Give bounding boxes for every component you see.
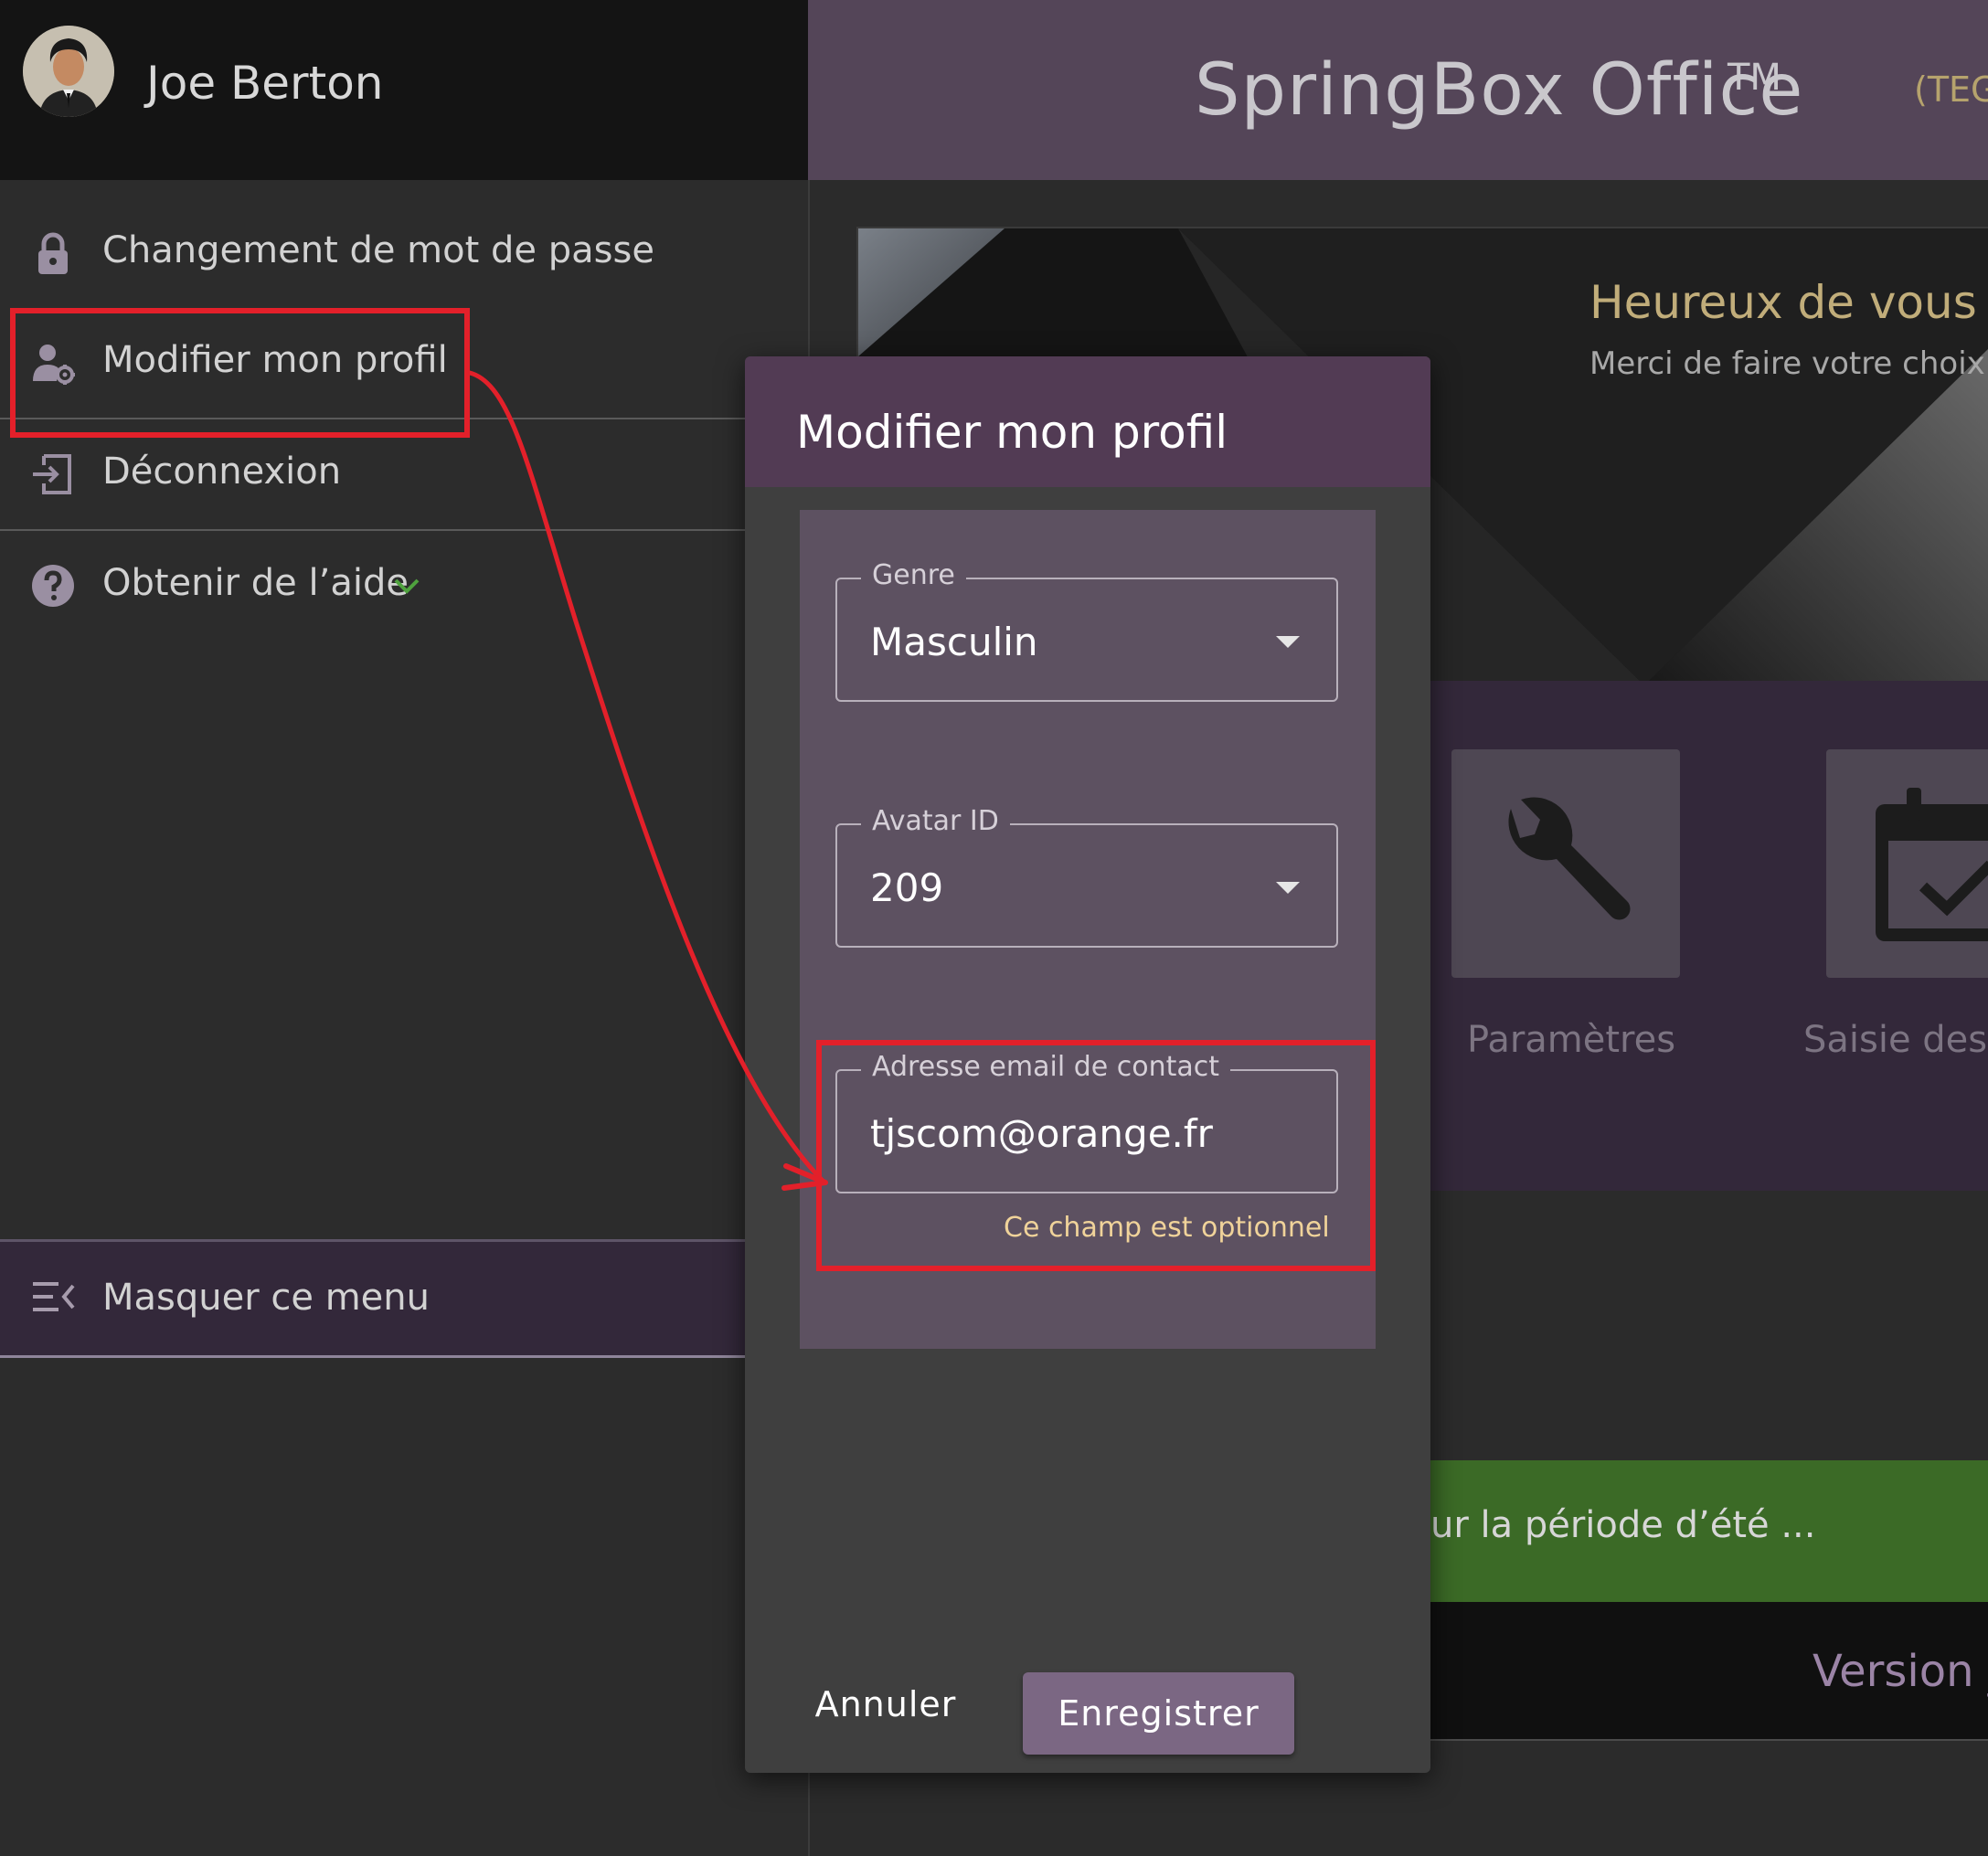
hide-menu-button[interactable]: Masquer ce menu	[0, 1239, 808, 1358]
app-title: SpringBox Office	[1195, 49, 1804, 132]
sidebar: Joe Berton Changement de mot de passe Mo…	[0, 0, 810, 1856]
tile-settings[interactable]	[1451, 749, 1680, 978]
sidebar-item-logout[interactable]: Déconnexion	[0, 419, 808, 529]
shortcuts-band: Paramètres Saisie des t	[1430, 681, 1988, 1191]
sidebar-item-edit-profile[interactable]: Modifier mon profil	[0, 308, 808, 418]
lock-icon	[38, 232, 68, 274]
dialog-header: Modifier mon profil	[745, 356, 1430, 487]
dropdown-arrow-icon	[1276, 636, 1300, 648]
dropdown-arrow-icon	[1276, 882, 1300, 894]
dialog-title: Modifier mon profil	[796, 406, 1228, 459]
wrench-icon	[1508, 797, 1631, 920]
environment-badge: (TEG	[1914, 69, 1988, 110]
welcome-subtitle: Merci de faire votre choix p	[1589, 345, 1988, 382]
email-value[interactable]: tjscom@orange.fr	[870, 1111, 1213, 1156]
avatar-person-icon	[23, 26, 114, 117]
announcement-banner: ur la période d’été ...	[1430, 1460, 1988, 1602]
cancel-button[interactable]: Annuler	[803, 1672, 968, 1736]
email-hint: Ce champ est optionnel	[1004, 1212, 1330, 1244]
footer: Version _	[1430, 1602, 1988, 1741]
collapse-menu-icon	[33, 1282, 75, 1311]
gender-label: Genre	[861, 559, 966, 591]
version-label: Version _	[1813, 1646, 1988, 1697]
avatar-id-select[interactable]: Avatar ID 209	[835, 805, 1338, 948]
user-avatar[interactable]	[23, 26, 114, 117]
announcement-text: ur la période d’été ...	[1430, 1504, 1816, 1546]
profile-form: Genre Masculin Avatar ID 209 Adresse ema…	[800, 510, 1376, 1349]
app-window: Joe Berton Changement de mot de passe Mo…	[0, 0, 1988, 1856]
avatar-id-label: Avatar ID	[861, 805, 1010, 837]
trademark: TM	[1728, 57, 1781, 99]
sidebar-item-label: Modifier mon profil	[102, 339, 448, 381]
email-label: Adresse email de contact	[861, 1051, 1230, 1083]
sidebar-item-help[interactable]: Obtenir de l’aide	[0, 531, 808, 641]
save-button[interactable]: Enregistrer	[1023, 1672, 1294, 1755]
edit-profile-dialog: Modifier mon profil Genre Masculin Avata…	[745, 356, 1430, 1773]
sidebar-item-label: Obtenir de l’aide	[102, 562, 409, 604]
user-name: Joe Berton	[146, 57, 384, 110]
tile-label: Paramètres	[1467, 1019, 1676, 1061]
help-icon	[32, 565, 74, 607]
calendar-check-icon	[1876, 788, 1988, 941]
welcome-title: Heureux de vous re	[1589, 276, 1988, 329]
user-header: Joe Berton	[0, 0, 808, 180]
tile-label: Saisie des t	[1803, 1019, 1988, 1061]
chevron-down-icon	[394, 578, 420, 594]
app-header: SpringBox Office TM (TEG	[808, 0, 1988, 180]
email-field[interactable]: Adresse email de contact tjscom@orange.f…	[835, 1051, 1338, 1193]
tile-time-entry[interactable]	[1826, 749, 1988, 978]
avatar-id-value: 209	[870, 865, 944, 910]
gender-value: Masculin	[870, 620, 1038, 664]
gender-select[interactable]: Genre Masculin	[835, 559, 1338, 702]
user-gear-icon	[33, 345, 75, 385]
sidebar-item-change-password[interactable]: Changement de mot de passe	[0, 198, 808, 308]
sidebar-item-label: Changement de mot de passe	[102, 229, 654, 271]
hide-menu-label: Masquer ce menu	[102, 1277, 430, 1319]
sidebar-item-label: Déconnexion	[102, 451, 342, 493]
logout-icon	[33, 454, 71, 494]
